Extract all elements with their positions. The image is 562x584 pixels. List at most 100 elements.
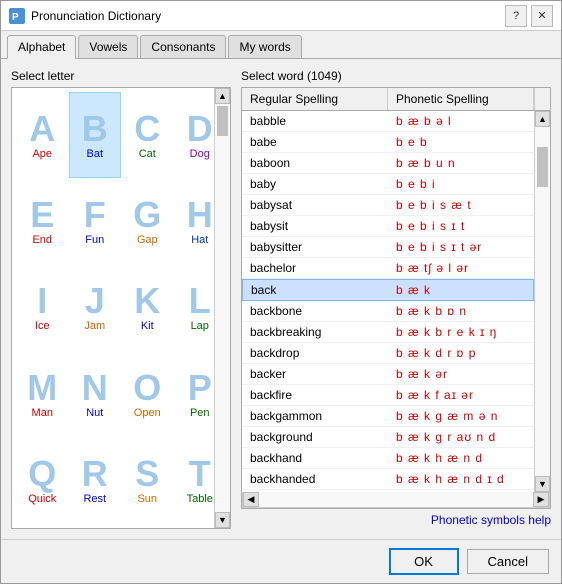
word-label-e: End [32, 234, 52, 246]
regular-cell: bachelor [242, 258, 388, 278]
big-letter-r: R [82, 456, 108, 492]
phonetic-cell: b æ k f aɪ ər [388, 385, 534, 405]
letter-cell-e[interactable]: E End [16, 178, 69, 264]
scroll-up-arrow[interactable]: ▲ [215, 88, 230, 104]
regular-cell: backfire [242, 385, 388, 405]
word-label-o: Open [134, 407, 161, 419]
phonetic-cell: b æ b ə l [388, 111, 534, 131]
regular-cell: babysitter [242, 237, 388, 257]
word-label-l: Lap [191, 320, 209, 332]
cancel-button[interactable]: Cancel [467, 549, 549, 574]
letter-cell-r[interactable]: R Rest [69, 438, 122, 524]
h-scroll-track [259, 492, 533, 507]
table-row[interactable]: backer b æ k ər [242, 364, 534, 385]
h-scroll-left[interactable]: ◀ [243, 492, 259, 507]
svg-text:P: P [12, 12, 19, 23]
letter-cell-c[interactable]: C Cat [121, 92, 174, 178]
big-letter-l: L [189, 283, 211, 319]
phonetic-cell: b æ k b ɒ n [388, 301, 534, 321]
word-label-i: Ice [35, 320, 50, 332]
scroll-thumb[interactable] [217, 106, 228, 136]
big-letter-e: E [30, 197, 54, 233]
letter-cell-q[interactable]: Q Quick [16, 438, 69, 524]
scroll-track [215, 104, 230, 512]
ok-button[interactable]: OK [389, 548, 459, 575]
scroll-down-arrow[interactable]: ▼ [215, 512, 230, 528]
table-row[interactable]: back b æ k [242, 279, 534, 301]
regular-cell: babe [242, 132, 388, 152]
big-letter-c: C [134, 111, 160, 147]
big-letter-t: T [189, 456, 211, 492]
table-row[interactable]: backhanded b æ k h æ n d ɪ d [242, 469, 534, 490]
table-row[interactable]: babysitter b e b i s ɪ t ər [242, 237, 534, 258]
letter-cell-o[interactable]: O Open [121, 351, 174, 437]
table-row[interactable]: babe b e b [242, 132, 534, 153]
table-row[interactable]: babysit b e b i s ɪ t [242, 216, 534, 237]
table-row[interactable]: baby b e b i [242, 174, 534, 195]
regular-cell: backbone [242, 301, 388, 321]
tab-consonants[interactable]: Consonants [140, 35, 226, 58]
letter-cell-m[interactable]: M Man [16, 351, 69, 437]
table-scrollbar[interactable]: ▲ ▼ [534, 111, 550, 492]
word-label-b: Bat [86, 148, 103, 160]
table-row[interactable]: backgammon b æ k g æ m ə n [242, 406, 534, 427]
table-scroll-up[interactable]: ▲ [535, 111, 550, 127]
letter-cell-i[interactable]: I Ice [16, 265, 69, 351]
right-panel: Select word (1049) Regular Spelling Phon… [241, 69, 551, 529]
window-title: Pronunciation Dictionary [31, 9, 161, 23]
table-row[interactable]: backdrop b æ k d r ɒ p [242, 343, 534, 364]
horizontal-scrollbar[interactable]: ◀ ▶ [242, 492, 550, 508]
letter-cell-a[interactable]: A Ape [16, 92, 69, 178]
regular-cell: backer [242, 364, 388, 384]
phonetic-help-link[interactable]: Phonetic symbols help [241, 509, 551, 529]
content-area: Select letter A Ape B Bat C Cat D Dog E … [1, 59, 561, 539]
table-row[interactable]: babysat b e b i s æ t [242, 195, 534, 216]
regular-cell: babysit [242, 216, 388, 236]
app-icon: P [9, 8, 25, 24]
letter-cell-n[interactable]: N Nut [69, 351, 122, 437]
big-letter-n: N [82, 370, 108, 406]
big-letter-o: O [133, 370, 161, 406]
phonetic-cell: b æ k g æ m ə n [388, 406, 534, 426]
word-label-n: Nut [86, 407, 103, 419]
big-letter-g: G [133, 197, 161, 233]
table-row[interactable]: background b æ k g r aʊ n d [242, 427, 534, 448]
table-row[interactable]: backbone b æ k b ɒ n [242, 301, 534, 322]
h-scroll-right[interactable]: ▶ [533, 492, 549, 507]
tab-mywords[interactable]: My words [228, 35, 301, 58]
letter-cell-b[interactable]: B Bat [69, 92, 122, 178]
table-row[interactable]: backbreaking b æ k b r e k ɪ ŋ [242, 322, 534, 343]
tab-alphabet[interactable]: Alphabet [7, 35, 76, 59]
letter-grid-container: A Ape B Bat C Cat D Dog E End F Fun G Ga… [11, 87, 231, 529]
big-letter-f: F [84, 197, 106, 233]
word-label-p: Pen [190, 407, 210, 419]
footer: OK Cancel [1, 539, 561, 583]
letter-scrollbar[interactable]: ▲ ▼ [214, 88, 230, 528]
word-label-f: Fun [85, 234, 104, 246]
letter-cell-s[interactable]: S Sun [121, 438, 174, 524]
phonetic-cell: b æ k h æ n d [388, 448, 534, 468]
table-scroll-down[interactable]: ▼ [535, 476, 550, 492]
big-letter-m: M [27, 370, 57, 406]
table-row[interactable]: backfire b æ k f aɪ ər [242, 385, 534, 406]
letter-cell-j[interactable]: J Jam [69, 265, 122, 351]
table-row[interactable]: baboon b æ b u n [242, 153, 534, 174]
help-button[interactable]: ? [505, 5, 527, 27]
big-letter-b: B [82, 111, 108, 147]
select-word-label: Select word (1049) [241, 69, 551, 83]
letter-grid: A Ape B Bat C Cat D Dog E End F Fun G Ga… [12, 88, 230, 528]
phonetic-cell: b e b i s æ t [388, 195, 534, 215]
table-row[interactable]: bachelor b æ tʃ ə l ər [242, 258, 534, 279]
table-scroll-thumb[interactable] [537, 147, 548, 187]
table-row[interactable]: babble b æ b ə l [242, 111, 534, 132]
regular-cell: background [242, 427, 388, 447]
word-label-q: Quick [28, 493, 56, 505]
close-button[interactable]: ✕ [531, 5, 553, 27]
letter-cell-k[interactable]: K Kit [121, 265, 174, 351]
letter-cell-f[interactable]: F Fun [69, 178, 122, 264]
letter-cell-g[interactable]: G Gap [121, 178, 174, 264]
tab-vowels[interactable]: Vowels [78, 35, 138, 58]
phonetic-cell: b æ k b r e k ɪ ŋ [388, 322, 534, 342]
table-row[interactable]: backhand b æ k h æ n d [242, 448, 534, 469]
big-letter-k: K [134, 283, 160, 319]
